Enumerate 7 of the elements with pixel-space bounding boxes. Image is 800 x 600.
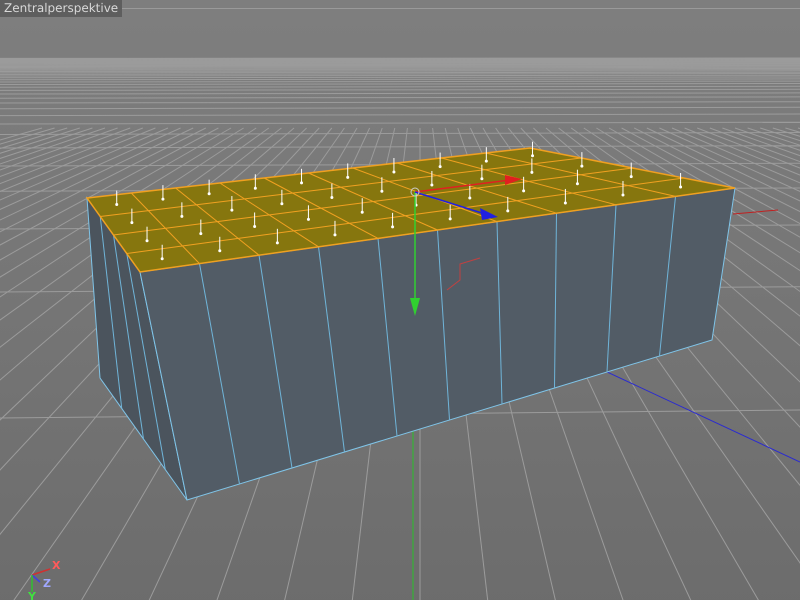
move-gizmo-icon [410, 175, 522, 316]
axis-label: Z [43, 577, 51, 590]
axis-label: X [52, 559, 60, 572]
viewport-title: Zentralperspektive [0, 0, 122, 17]
axis-orientation-icon [31, 568, 50, 592]
x-axis-line [732, 210, 778, 214]
axis-label: Y [28, 590, 36, 600]
